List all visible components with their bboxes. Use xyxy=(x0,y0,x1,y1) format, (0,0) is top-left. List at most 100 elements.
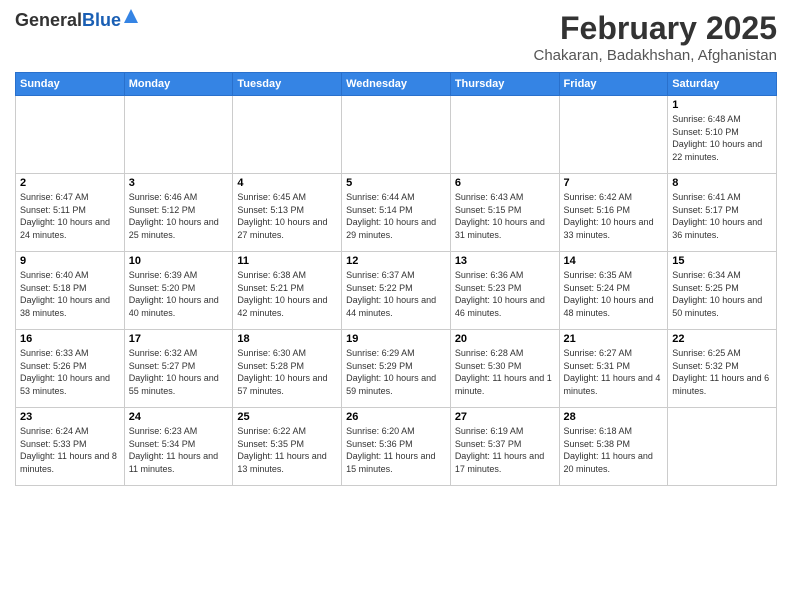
day-info: Sunrise: 6:22 AMSunset: 5:35 PMDaylight:… xyxy=(237,425,337,475)
calendar-cell-w1-d4: 6 Sunrise: 6:43 AMSunset: 5:15 PMDaylight… xyxy=(450,174,559,252)
calendar-header-row: Sunday Monday Tuesday Wednesday Thursday… xyxy=(16,73,777,96)
calendar-cell-w2-d3: 12 Sunrise: 6:37 AMSunset: 5:22 PMDayligh… xyxy=(342,252,451,330)
calendar-cell-w4-d2: 25Sunrise: 6:22 AMSunset: 5:35 PMDayligh… xyxy=(233,408,342,486)
calendar-body: 1 Sunrise: 6:48 AMSunset: 5:10 PMDaylight… xyxy=(16,96,777,486)
header: GeneralBlue February 2025 Chakaran, Bada… xyxy=(15,10,777,64)
col-monday: Monday xyxy=(124,73,233,96)
month-title: February 2025 xyxy=(533,10,777,47)
day-info: Sunrise: 6:35 AMSunset: 5:24 PMDaylight:… xyxy=(564,269,664,319)
calendar-cell-w3-d3: 19 Sunrise: 6:29 AMSunset: 5:29 PMDayligh… xyxy=(342,330,451,408)
calendar-cell-w3-d6: 22 Sunrise: 6:25 AMSunset: 5:32 PMDayligh… xyxy=(668,330,777,408)
day-number: 3 xyxy=(129,177,229,189)
day-info: Sunrise: 6:29 AMSunset: 5:29 PMDaylight:… xyxy=(346,347,446,397)
calendar-cell-w2-d6: 15 Sunrise: 6:34 AMSunset: 5:25 PMDayligh… xyxy=(668,252,777,330)
day-info: Sunrise: 6:36 AMSunset: 5:23 PMDaylight:… xyxy=(455,269,555,319)
calendar-cell-w0-d0 xyxy=(16,96,125,174)
day-info: Sunrise: 6:46 AMSunset: 5:12 PMDaylight:… xyxy=(129,191,229,241)
day-number: 13 xyxy=(455,255,555,267)
day-number: 11 xyxy=(237,255,337,267)
calendar-cell-w1-d2: 4 Sunrise: 6:45 AMSunset: 5:13 PMDaylight… xyxy=(233,174,342,252)
day-info: Sunrise: 6:44 AMSunset: 5:14 PMDaylight:… xyxy=(346,191,446,241)
day-number: 4 xyxy=(237,177,337,189)
day-number: 26 xyxy=(346,411,446,423)
calendar-cell-w2-d1: 10Sunrise: 6:39 AMSunset: 5:20 PMDayligh… xyxy=(124,252,233,330)
calendar-week-1: 2Sunrise: 6:47 AMSunset: 5:11 PMDaylight… xyxy=(16,174,777,252)
day-info: Sunrise: 6:47 AMSunset: 5:11 PMDaylight:… xyxy=(20,191,120,241)
day-info: Sunrise: 6:41 AMSunset: 5:17 PMDaylight:… xyxy=(672,191,772,241)
calendar-cell-w3-d2: 18 Sunrise: 6:30 AMSunset: 5:28 PMDayligh… xyxy=(233,330,342,408)
day-number: 5 xyxy=(346,177,446,189)
col-wednesday: Wednesday xyxy=(342,73,451,96)
calendar-cell-w2-d5: 14 Sunrise: 6:35 AMSunset: 5:24 PMDayligh… xyxy=(559,252,668,330)
day-number: 9 xyxy=(20,255,120,267)
day-info: Sunrise: 6:43 AMSunset: 5:15 PMDaylight:… xyxy=(455,191,555,241)
col-saturday: Saturday xyxy=(668,73,777,96)
day-info: Sunrise: 6:30 AMSunset: 5:28 PMDaylight:… xyxy=(237,347,337,397)
day-info: Sunrise: 6:34 AMSunset: 5:25 PMDaylight:… xyxy=(672,269,772,319)
calendar-cell-w1-d6: 8 Sunrise: 6:41 AMSunset: 5:17 PMDaylight… xyxy=(668,174,777,252)
logo-icon xyxy=(124,9,138,23)
day-info: Sunrise: 6:19 AMSunset: 5:37 PMDaylight:… xyxy=(455,425,555,475)
day-info: Sunrise: 6:45 AMSunset: 5:13 PMDaylight:… xyxy=(237,191,337,241)
calendar-cell-w2-d0: 9Sunrise: 6:40 AMSunset: 5:18 PMDaylight… xyxy=(16,252,125,330)
calendar-cell-w1-d5: 7 Sunrise: 6:42 AMSunset: 5:16 PMDaylight… xyxy=(559,174,668,252)
col-sunday: Sunday xyxy=(16,73,125,96)
col-friday: Friday xyxy=(559,73,668,96)
calendar-cell-w4-d1: 24Sunrise: 6:23 AMSunset: 5:34 PMDayligh… xyxy=(124,408,233,486)
day-number: 27 xyxy=(455,411,555,423)
calendar-cell-w0-d5 xyxy=(559,96,668,174)
day-info: Sunrise: 6:42 AMSunset: 5:16 PMDaylight:… xyxy=(564,191,664,241)
day-number: 1 xyxy=(672,99,772,111)
calendar-cell-w4-d6 xyxy=(668,408,777,486)
logo: GeneralBlue xyxy=(15,10,138,31)
calendar-cell-w4-d3: 26Sunrise: 6:20 AMSunset: 5:36 PMDayligh… xyxy=(342,408,451,486)
calendar-week-4: 23 Sunrise: 6:24 AMSunset: 5:33 PMDayligh… xyxy=(16,408,777,486)
calendar-cell-w0-d6: 1 Sunrise: 6:48 AMSunset: 5:10 PMDaylight… xyxy=(668,96,777,174)
calendar-cell-w3-d0: 16 Sunrise: 6:33 AMSunset: 5:26 PMDayligh… xyxy=(16,330,125,408)
day-number: 7 xyxy=(564,177,664,189)
col-thursday: Thursday xyxy=(450,73,559,96)
day-number: 17 xyxy=(129,333,229,345)
location-title: Chakaran, Badakhshan, Afghanistan xyxy=(533,47,777,64)
day-info: Sunrise: 6:18 AMSunset: 5:38 PMDaylight:… xyxy=(564,425,664,475)
day-number: 8 xyxy=(672,177,772,189)
calendar-cell-w1-d3: 5 Sunrise: 6:44 AMSunset: 5:14 PMDaylight… xyxy=(342,174,451,252)
calendar-cell-w0-d2 xyxy=(233,96,342,174)
calendar-cell-w3-d5: 21Sunrise: 6:27 AMSunset: 5:31 PMDayligh… xyxy=(559,330,668,408)
day-info: Sunrise: 6:33 AMSunset: 5:26 PMDaylight:… xyxy=(20,347,120,397)
day-number: 16 xyxy=(20,333,120,345)
day-number: 28 xyxy=(564,411,664,423)
day-number: 12 xyxy=(346,255,446,267)
day-number: 22 xyxy=(672,333,772,345)
calendar-cell-w4-d5: 28 Sunrise: 6:18 AMSunset: 5:38 PMDayligh… xyxy=(559,408,668,486)
day-info: Sunrise: 6:39 AMSunset: 5:20 PMDaylight:… xyxy=(129,269,229,319)
calendar-cell-w1-d0: 2Sunrise: 6:47 AMSunset: 5:11 PMDaylight… xyxy=(16,174,125,252)
day-number: 20 xyxy=(455,333,555,345)
day-info: Sunrise: 6:38 AMSunset: 5:21 PMDaylight:… xyxy=(237,269,337,319)
day-info: Sunrise: 6:48 AMSunset: 5:10 PMDaylight:… xyxy=(672,113,772,163)
calendar-cell-w0-d3 xyxy=(342,96,451,174)
day-number: 6 xyxy=(455,177,555,189)
day-number: 21 xyxy=(564,333,664,345)
calendar-cell-w3-d4: 20Sunrise: 6:28 AMSunset: 5:30 PMDayligh… xyxy=(450,330,559,408)
day-number: 18 xyxy=(237,333,337,345)
calendar-table: Sunday Monday Tuesday Wednesday Thursday… xyxy=(15,72,777,486)
logo-general: GeneralBlue xyxy=(15,10,121,31)
calendar-cell-w1-d1: 3 Sunrise: 6:46 AMSunset: 5:12 PMDaylight… xyxy=(124,174,233,252)
page: GeneralBlue February 2025 Chakaran, Bada… xyxy=(0,0,792,612)
day-number: 14 xyxy=(564,255,664,267)
day-info: Sunrise: 6:25 AMSunset: 5:32 PMDaylight:… xyxy=(672,347,772,397)
day-number: 15 xyxy=(672,255,772,267)
calendar-cell-w2-d4: 13 Sunrise: 6:36 AMSunset: 5:23 PMDayligh… xyxy=(450,252,559,330)
day-info: Sunrise: 6:37 AMSunset: 5:22 PMDaylight:… xyxy=(346,269,446,319)
day-number: 23 xyxy=(20,411,120,423)
day-info: Sunrise: 6:32 AMSunset: 5:27 PMDaylight:… xyxy=(129,347,229,397)
calendar-cell-w0-d4 xyxy=(450,96,559,174)
day-info: Sunrise: 6:23 AMSunset: 5:34 PMDaylight:… xyxy=(129,425,229,475)
calendar-week-0: 1 Sunrise: 6:48 AMSunset: 5:10 PMDaylight… xyxy=(16,96,777,174)
col-tuesday: Tuesday xyxy=(233,73,342,96)
day-number: 19 xyxy=(346,333,446,345)
day-info: Sunrise: 6:24 AMSunset: 5:33 PMDaylight:… xyxy=(20,425,120,475)
calendar-cell-w4-d4: 27 Sunrise: 6:19 AMSunset: 5:37 PMDayligh… xyxy=(450,408,559,486)
calendar-cell-w2-d2: 11 Sunrise: 6:38 AMSunset: 5:21 PMDayligh… xyxy=(233,252,342,330)
